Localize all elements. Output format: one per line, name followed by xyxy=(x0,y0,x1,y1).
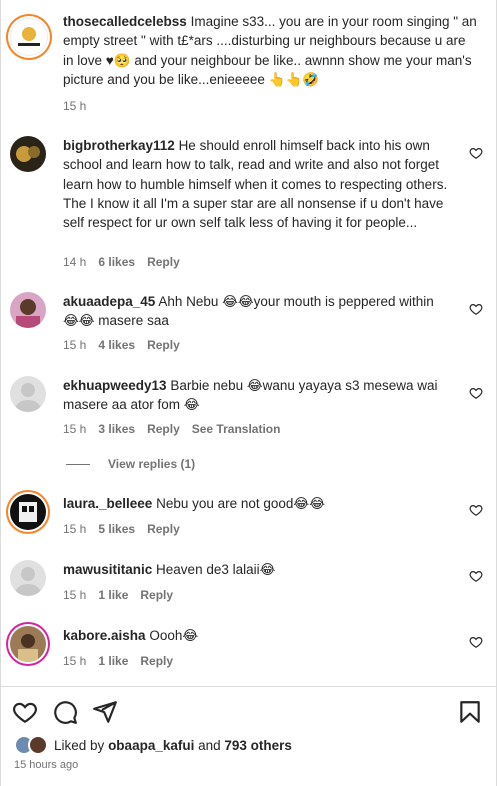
like-heart-icon[interactable] xyxy=(469,146,483,160)
avatar[interactable] xyxy=(10,494,46,530)
liked-by-others[interactable]: 793 others xyxy=(224,738,292,753)
comment-body: thosecalledcelebss Imagine s33... you ar… xyxy=(63,12,477,89)
comment-likes[interactable]: 4 likes xyxy=(98,338,135,352)
comment-body: kabore.aisha Oooh😂 xyxy=(63,626,453,645)
like-heart-icon[interactable] xyxy=(469,569,483,583)
left-border xyxy=(0,0,1,786)
liked-by[interactable]: Liked by obaapa_kafui and 793 others xyxy=(14,735,292,755)
comment-likes[interactable]: 3 likes xyxy=(98,422,135,436)
comment-icon[interactable] xyxy=(52,699,78,725)
like-heart-icon[interactable] xyxy=(469,386,483,400)
avatar[interactable] xyxy=(10,376,46,412)
comment-body: mawusititanic Heaven de3 lalaii😂 xyxy=(63,560,453,579)
view-replies-button[interactable]: View replies (1) xyxy=(66,457,195,471)
avatar[interactable] xyxy=(10,136,46,172)
liked-by-prefix: Liked by xyxy=(54,737,105,753)
comment-body: laura._belleee Nebu you are not good😂😂 xyxy=(63,494,453,513)
comment-meta: 15 h 3 likes Reply See Translation xyxy=(63,422,280,436)
comment-text: Oooh😂 xyxy=(149,628,199,643)
comment-username[interactable]: bigbrotherkay112 xyxy=(63,138,175,153)
comment-time: 15 h xyxy=(63,522,87,536)
avatar[interactable] xyxy=(10,18,48,56)
see-translation-button[interactable]: See Translation xyxy=(192,422,281,436)
comment-meta: 14 h 6 likes Reply xyxy=(63,255,180,269)
comment-likes[interactable]: 1 like xyxy=(98,654,128,668)
liked-by-avatars xyxy=(14,735,54,755)
comment-likes[interactable]: 6 likes xyxy=(98,255,135,269)
comment-time: 15 h xyxy=(63,588,87,602)
reply-button[interactable]: Reply xyxy=(147,255,180,269)
reply-button[interactable]: Reply xyxy=(140,654,173,668)
comment-username[interactable]: ekhuapweedy13 xyxy=(63,378,167,393)
like-heart-icon[interactable] xyxy=(469,635,483,649)
comment-meta: 15 h 4 likes Reply xyxy=(63,338,180,352)
comment-username[interactable]: laura._belleee xyxy=(63,496,152,511)
comment-body: bigbrotherkay112 He should enroll himsel… xyxy=(63,136,453,232)
avatar[interactable] xyxy=(10,560,46,596)
comment-likes[interactable]: 5 likes xyxy=(98,522,135,536)
reply-button[interactable]: Reply xyxy=(147,522,180,536)
comment-username[interactable]: mawusititanic xyxy=(63,562,152,577)
comment-body: ekhuapweedy13 Barbie nebu 😂wanu yayaya s… xyxy=(63,376,453,415)
comment-time: 15 h xyxy=(63,654,87,668)
bookmark-icon[interactable] xyxy=(457,699,483,725)
comment-text: Nebu you are not good😂😂 xyxy=(156,496,325,511)
action-divider xyxy=(0,686,497,687)
comment-time: 15 h xyxy=(63,99,87,113)
comment-meta: 15 h 5 likes Reply xyxy=(63,522,180,536)
avatar[interactable] xyxy=(10,292,46,328)
comment-text: Heaven de3 lalaii😂 xyxy=(156,562,276,577)
reply-button[interactable]: Reply xyxy=(147,338,180,352)
avatar[interactable] xyxy=(10,626,46,662)
share-icon[interactable] xyxy=(92,699,118,725)
reply-button[interactable]: Reply xyxy=(140,588,173,602)
comment-meta: 15 h xyxy=(63,99,86,113)
comment-username[interactable]: akuaadepa_45 xyxy=(63,294,155,309)
heart-icon[interactable] xyxy=(12,699,38,725)
like-heart-icon[interactable] xyxy=(469,503,483,517)
avatar xyxy=(28,735,48,755)
post-timestamp: 15 hours ago xyxy=(14,759,79,771)
comment-meta: 15 h 1 like Reply xyxy=(63,588,173,602)
comment-username[interactable]: kabore.aisha xyxy=(63,628,146,643)
reply-button[interactable]: Reply xyxy=(147,422,180,436)
comment-likes[interactable]: 1 like xyxy=(98,588,128,602)
comment-body: akuaadepa_45 Ahh Nebu 😂😂your mouth is pe… xyxy=(63,292,453,331)
liked-by-user[interactable]: obaapa_kafui xyxy=(108,738,194,753)
comment-username[interactable]: thosecalledcelebss xyxy=(63,14,187,29)
comment-meta: 15 h 1 like Reply xyxy=(63,654,173,668)
comment-time: 14 h xyxy=(63,255,87,269)
comment-time: 15 h xyxy=(63,422,87,436)
liked-by-middle: and xyxy=(198,737,221,753)
like-heart-icon[interactable] xyxy=(469,302,483,316)
comment-time: 15 h xyxy=(63,338,87,352)
replies-divider xyxy=(66,463,90,465)
view-replies-label: View replies (1) xyxy=(108,457,196,471)
